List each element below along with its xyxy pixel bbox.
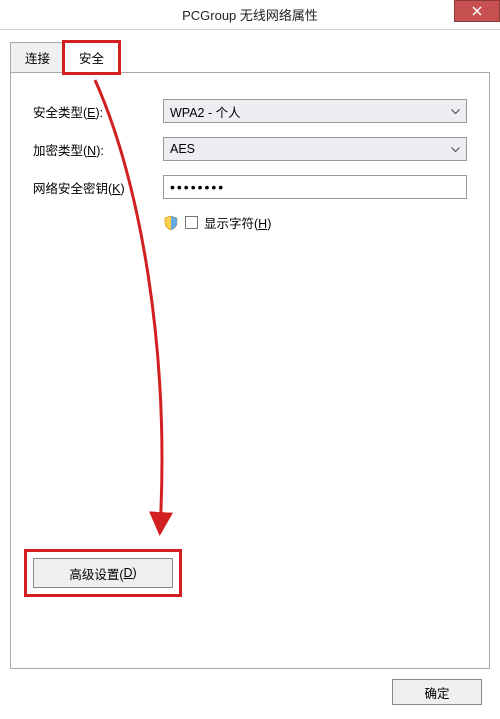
- select-security-type[interactable]: WPA2 - 个人: [163, 99, 467, 123]
- row-encryption-type: 加密类型(N): AES: [33, 137, 467, 161]
- row-network-key: 网络安全密钥(K) ••••••••: [33, 175, 467, 199]
- close-icon: [472, 6, 482, 16]
- label-network-key: 网络安全密钥(K): [33, 178, 163, 197]
- tab-connect[interactable]: 连接: [10, 42, 65, 73]
- select-encryption-type-value: AES: [170, 142, 195, 156]
- chevron-down-icon: [451, 104, 460, 118]
- chevron-down-icon: [451, 142, 460, 156]
- dialog-button-row: 确定: [10, 669, 490, 709]
- label-security-type: 安全类型(E):: [33, 102, 163, 121]
- close-button[interactable]: [454, 0, 500, 22]
- advanced-settings-wrap: 高级设置(D): [33, 558, 173, 588]
- label-encryption-type: 加密类型(N):: [33, 140, 163, 159]
- input-network-key[interactable]: ••••••••: [163, 175, 467, 199]
- checkbox-show-characters[interactable]: [185, 216, 198, 229]
- advanced-settings-button[interactable]: 高级设置(D): [33, 558, 173, 588]
- tab-panel-security: 安全类型(E): WPA2 - 个人 加密类型(N): AES: [10, 72, 490, 669]
- select-encryption-type[interactable]: AES: [163, 137, 467, 161]
- row-security-type: 安全类型(E): WPA2 - 个人: [33, 99, 467, 123]
- ok-button[interactable]: 确定: [392, 679, 482, 705]
- window-body: 连接 安全 安全类型(E): WPA2 - 个人 加密类型(N): AES: [0, 30, 500, 719]
- tab-strip: 连接 安全: [10, 42, 490, 72]
- window-title: PCGroup 无线网络属性: [182, 5, 318, 24]
- input-network-key-value: ••••••••: [170, 179, 225, 195]
- titlebar: PCGroup 无线网络属性: [0, 0, 500, 30]
- label-show-characters: 显示字符(H): [204, 213, 271, 232]
- row-show-characters: 显示字符(H): [163, 213, 467, 232]
- tab-security[interactable]: 安全: [64, 42, 119, 73]
- shield-icon: [163, 215, 179, 231]
- select-security-type-value: WPA2 - 个人: [170, 102, 241, 121]
